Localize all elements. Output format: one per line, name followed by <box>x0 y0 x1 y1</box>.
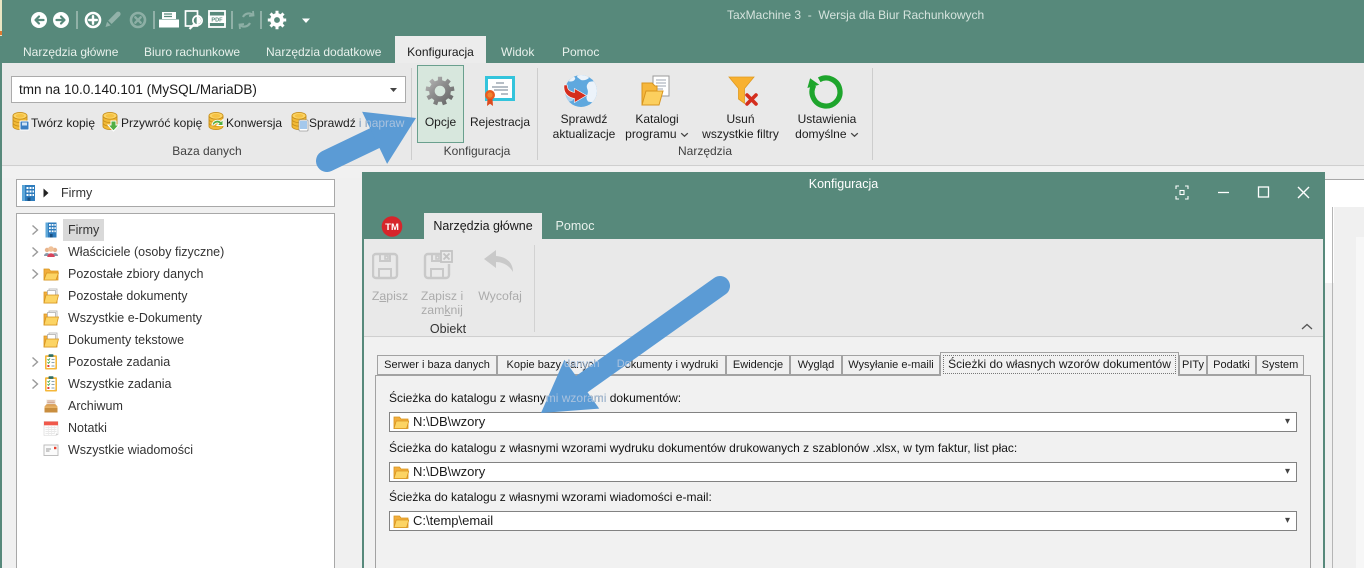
svg-text:TM: TM <box>385 222 399 233</box>
svg-text:PDF: PDF <box>211 18 223 24</box>
